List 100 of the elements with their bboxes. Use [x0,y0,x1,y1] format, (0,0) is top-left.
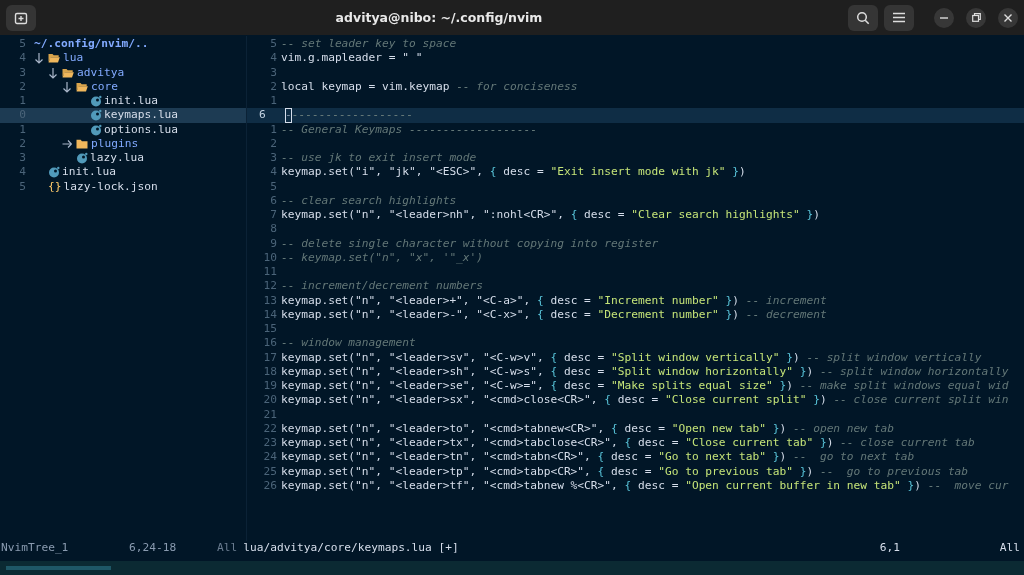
line-number: 6 [269,193,278,208]
lua-file-icon [90,109,102,122]
menu-icon [893,12,905,23]
file-name[interactable]: keymaps.lua [104,108,179,123]
line-number: 12 [262,279,278,294]
line-number: 18 [262,364,278,379]
line-number: 16 [262,336,278,351]
code-line: keymap.set("n", "<leader>+", "<C-a>", { desc = "Increment number" }) -- increment [281,293,827,308]
code-line: keymap.set("n", "<leader>sv", "<C-w>v", { desc = "Split window vertically" }) -- split window vertically [281,350,982,365]
line-number: 1 [269,122,278,137]
line-number: 11 [262,265,278,280]
line-number: 2 [18,79,27,94]
code-line: keymap.set("n", "<leader>tf", "<cmd>tabnew %<CR>", { desc = "Open current buffer in new tab" }) -- move cur [281,478,1009,493]
open-folder-icon [76,81,88,92]
line-number: 5 [269,179,278,194]
new-tab-button[interactable] [6,4,36,31]
file-name[interactable]: options.lua [104,122,179,137]
file-name[interactable]: lazy.lua [90,151,144,166]
line-number: 15 [262,322,278,337]
tree-root[interactable]: ~/.config/nvim/.. [34,37,149,52]
search-icon [856,10,870,25]
line-number: 8 [269,222,278,237]
line-number: 9 [269,236,278,251]
close-button[interactable] [998,7,1018,28]
line-number: 23 [262,436,278,451]
line-number: 20 [262,393,278,408]
code-line: -- increment/decrement numbers [281,279,484,294]
line-number: 25 [262,464,278,479]
code-line: keymap.set("n", "<leader>sh", "<C-w>s", { desc = "Split window horizontally" }) -- split window horizontally [281,364,1009,379]
line-number: 5 [18,37,27,52]
line-number: 5 [18,179,27,194]
code-line: keymap.set("n", "<leader>to", "<cmd>tabnew<CR>", { desc = "Open new tab" }) -- open new tab [281,421,894,436]
line-number: 3 [18,151,27,166]
file-name[interactable]: init.lua [62,165,116,180]
minimize-icon [940,16,948,19]
lua-file-icon [90,123,102,136]
code-line: keymap.set("n", "<leader>tn", "<cmd>tabn<CR>", { desc = "Go to next tab" }) -- go to next tab [281,450,915,465]
braces-icon: {} [48,179,62,194]
open-folder-icon [62,67,74,78]
line-number: 2 [269,136,278,151]
line-number: 10 [262,250,278,265]
close-icon [1004,13,1012,22]
scroll-indicator: All [217,541,238,555]
code-line: -- delete single character without copying into register [281,236,659,251]
line-number: 6 [258,108,267,123]
code-line: keymap.set("n", "<leader>sx", "<cmd>close<CR>", { desc = "Close current split" }) -- close current split win [281,393,1009,408]
line-number: 3 [269,65,278,80]
line-number: 4 [269,165,278,180]
file-name[interactable]: lazy-lock.json [63,179,158,194]
line-number: 1 [18,94,27,109]
line-number: 4 [18,51,27,66]
menu-button[interactable] [884,4,914,31]
minimize-button[interactable] [934,7,954,28]
file-name[interactable]: init.lua [104,94,158,109]
code-line: -- window management [281,336,416,351]
line-number: 13 [262,293,278,308]
code-line: keymap.set("i", "jk", "<ESC>", { desc = "Exit insert mode with jk" }) [281,165,746,180]
line-number: 26 [262,478,278,493]
folder-name[interactable]: lua [63,51,84,66]
folder-name[interactable]: plugins [91,136,139,151]
lua-file-icon [76,152,88,165]
line-number: 22 [262,421,278,436]
code-line: local keymap = vim.keymap -- for conciseness [281,79,578,94]
cursor-position: 6,24-18 [129,541,178,555]
code-line: keymap.set("n", "<leader>tp", "<cmd>tabp<CR>", { desc = "Go to previous tab" }) -- go to previous tab [281,464,969,479]
folder-name[interactable]: advitya [77,65,125,80]
cursor-position: 6,1 [879,541,901,555]
line-number: 7 [269,208,278,223]
line-number: 3 [269,151,278,166]
line-number: 3 [18,65,27,80]
code-line: keymap.set("n", "<leader>tx", "<cmd>tabclose<CR>", { desc = "Close current tab" }) -- close current tab [281,436,975,451]
code-line: vim.g.mapleader = " " [281,51,423,66]
code-line: -- General Keymaps ------------------- [281,122,537,137]
scroll-indicator: All [999,541,1021,555]
open-folder-icon [48,53,60,64]
code-line: ------------------ [291,108,413,123]
code-line: keymap.set("n", "<leader>se", "<C-w>=", { desc = "Make splits equal size" }) -- make split windows equal wid [281,379,1009,394]
file-path: lua/advitya/core/keymaps.lua [+] [243,541,460,555]
line-number: 1 [269,94,278,109]
line-number: 14 [262,307,278,322]
code-line: -- use jk to exit insert mode [281,151,477,166]
line-number: 4 [269,51,278,66]
line-number: 4 [18,165,27,180]
line-number: 21 [262,407,278,422]
maximize-button[interactable] [966,7,986,28]
search-button[interactable] [848,4,878,31]
folder-name[interactable]: core [91,79,118,94]
code-line: -- keymap.set("n", "x", '"_x') [281,250,484,265]
new-tab-icon [14,10,28,25]
code-line: -- clear search highlights [281,193,457,208]
line-number: 19 [262,379,278,394]
line-number: 24 [262,450,278,465]
line-number: 17 [262,350,278,365]
code-line: keymap.set("n", "<leader>nh", ":nohl<CR>", { desc = "Clear search highlights" }) [281,208,820,223]
line-number: 5 [269,37,278,52]
lua-file-icon [48,166,60,179]
text-cursor: - [285,108,292,123]
restore-icon [971,13,981,22]
window-title: advitya@nibo: ~/.config/nvim [334,10,544,25]
code-line: -- set leader key to space [281,37,457,52]
